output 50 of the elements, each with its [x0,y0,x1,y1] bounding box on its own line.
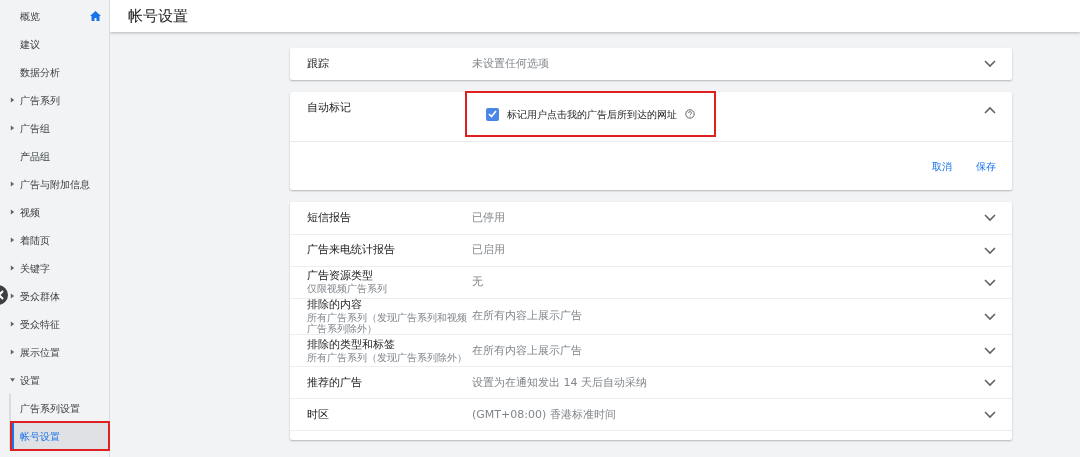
setting-label: 广告来电统计报告 [307,243,395,257]
setting-label: 广告资源类型 [307,269,373,283]
setting-value: 已停用 [472,209,506,226]
sidebar-item[interactable]: 概览 [20,8,40,24]
sidebar-item[interactable]: 广告与附加信息 [20,176,90,192]
sidebar-item[interactable]: 受众群体 [20,288,60,304]
help-icon [685,109,695,119]
setting-label: 跟踪 [307,56,329,70]
setting-value: 已启用 [472,242,506,259]
setting-row[interactable]: 广告资源类型 仅限视频广告系列 无 [290,266,1012,298]
sidebar-item[interactable]: 设置 [20,372,40,388]
setting-value: 未设置任何选项 [472,55,550,72]
sidebar-item[interactable]: 展示位置 [20,344,60,360]
setting-row[interactable]: 时区 (GMT+08:00) 香港标准时间 [290,398,1012,431]
save-button[interactable]: 保存 [968,154,1004,178]
setting-value: 设置为在通知发出 14 天后自动采纳 [472,374,648,391]
setting-label: 短信报告 [307,210,351,224]
setting-row[interactable]: 广告来电统计报告 已启用 [290,234,1012,266]
setting-value: 无 [472,274,484,291]
sidebar-item[interactable]: 关键字 [20,260,50,276]
setting-label: 时区 [307,407,329,421]
setting-hint: 仅限视频广告系列 [307,283,388,295]
setting-hint: 所有广告系列（发现广告系列和视频广告系列除外） [307,311,468,335]
sidebar-item[interactable]: 视频 [20,204,40,220]
sidebar-item[interactable]: 广告系列设置 [20,400,80,416]
sidebar-item[interactable]: 着陆页 [20,232,50,248]
home-icon [90,11,101,21]
sidebar-item[interactable]: 广告组 [20,120,50,136]
setting-label: 排除的类型和标签 [307,337,395,351]
setting-label: 推荐的广告 [307,375,362,389]
setting-label: 自动标记 [307,102,352,116]
sidebar-item[interactable]: 建议 [20,36,40,52]
setting-hint: 所有广告系列（发现广告系列除外） [307,351,468,363]
sidebar-item[interactable]: 帐号设置 [11,422,109,450]
checkbox-label: 标记用户点击我的广告后所到达的网址 [507,107,677,122]
setting-row[interactable]: 跟踪 未设置任何选项 [290,48,1012,80]
setting-row[interactable]: 排除的内容 所有广告系列（发现广告系列和视频广告系列除外） 在所有内容上展示广告 [290,298,1012,335]
sidebar-item[interactable]: 广告系列 [20,92,60,108]
setting-row[interactable]: 推荐的广告 设置为在通知发出 14 天后自动采纳 [290,366,1012,399]
setting-value: 在所有内容上展示广告 [472,308,583,325]
page-title: 帐号设置 [110,0,1080,32]
setting-value: 在所有内容上展示广告 [472,342,583,359]
sidebar-item[interactable]: 受众特征 [20,316,60,332]
checkbox[interactable] [486,107,499,121]
setting-label: 排除的内容 [307,298,362,311]
setting-value: (GMT+08:00) 香港标准时间 [472,406,617,423]
cancel-button[interactable]: 取消 [924,154,960,178]
sidebar-item[interactable]: 产品组 [20,148,50,164]
sidebar-item[interactable]: 数据分析 [20,64,60,80]
setting-row[interactable]: 短信报告 已停用 [290,202,1012,234]
